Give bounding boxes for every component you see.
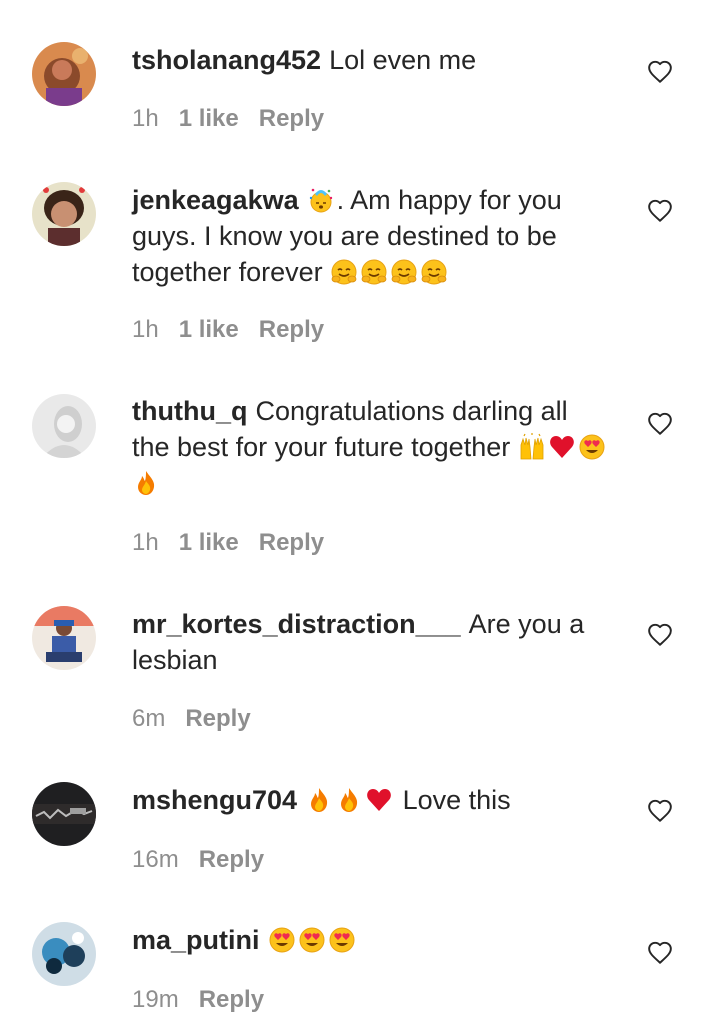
comment-body: tsholanang452 Lol even me [132, 42, 612, 78]
comment-timestamp: 1h [132, 105, 159, 132]
comment-timestamp: 6m [132, 705, 166, 732]
reply-button[interactable]: Reply [259, 105, 324, 133]
avatar[interactable] [32, 182, 96, 246]
comment-text: thuthu_q Congratulations darling all the … [132, 393, 612, 501]
comment-body: mshengu704 Love this [132, 782, 612, 818]
comment-username[interactable]: thuthu_q [132, 396, 247, 426]
like-count-button[interactable]: 1 like [179, 316, 239, 344]
comment-body: mr_kortes_distraction___ Are you a lesbia… [132, 606, 612, 678]
fire-emoji [132, 469, 160, 497]
raising-hands-emoji [518, 433, 546, 461]
like-count-button[interactable]: 1 like [179, 529, 239, 557]
comment-text: mr_kortes_distraction___ Are you a lesbia… [132, 606, 612, 678]
comment-username[interactable]: mr_kortes_distraction___ [132, 609, 461, 639]
avatar[interactable] [32, 922, 96, 986]
heart-outline-icon[interactable] [647, 798, 673, 824]
reply-button[interactable]: Reply [199, 986, 264, 1014]
comment-meta: 6m Reply [132, 705, 251, 733]
heart-outline-icon[interactable] [647, 198, 673, 224]
reply-button[interactable]: Reply [199, 846, 264, 874]
comment-text: jenkeagakwa. Am happy for you guys. I kn… [132, 182, 612, 290]
comment-text: ma_putini [132, 922, 612, 958]
comment-body: thuthu_q Congratulations darling all the … [132, 393, 612, 501]
comment-username[interactable]: jenkeagakwa [132, 185, 299, 215]
comment-text: tsholanang452 Lol even me [132, 42, 612, 78]
avatar[interactable] [32, 606, 96, 670]
comment-meta: 19m Reply [132, 986, 264, 1014]
comment-timestamp: 19m [132, 986, 179, 1013]
heart-outline-icon[interactable] [647, 622, 673, 648]
comment-meta: 1h 1 like Reply [132, 316, 324, 344]
avatar[interactable] [32, 394, 96, 458]
heart-outline-icon[interactable] [647, 411, 673, 437]
heart-eyes-emoji [298, 926, 326, 954]
like-count-button[interactable]: 1 like [179, 105, 239, 133]
reply-button[interactable]: Reply [259, 529, 324, 557]
heart-eyes-emoji [328, 926, 356, 954]
hugging-face-emoji [420, 258, 448, 286]
comment-body: jenkeagakwa. Am happy for you guys. I kn… [132, 182, 612, 290]
comment-message: Lol even me [329, 45, 477, 75]
hugging-face-emoji [390, 258, 418, 286]
reply-button[interactable]: Reply [259, 316, 324, 344]
comment-username[interactable]: tsholanang452 [132, 45, 321, 75]
fire-emoji [305, 786, 333, 814]
comment-meta: 1h 1 like Reply [132, 529, 324, 557]
comment-username[interactable]: ma_putini [132, 925, 260, 955]
comment-text: mshengu704 Love this [132, 782, 612, 818]
fire-emoji [335, 786, 363, 814]
red-heart-emoji [365, 786, 393, 814]
comment-meta: 1h 1 like Reply [132, 105, 324, 133]
heart-eyes-emoji [268, 926, 296, 954]
comment-message: Love this [395, 785, 511, 815]
party-popper-face-emoji [307, 186, 335, 214]
avatar[interactable] [32, 42, 96, 106]
avatar[interactable] [32, 782, 96, 846]
comment-username[interactable]: mshengu704 [132, 785, 297, 815]
heart-eyes-emoji [578, 433, 606, 461]
heart-outline-icon[interactable] [647, 59, 673, 85]
comment-timestamp: 1h [132, 316, 159, 343]
hugging-face-emoji [330, 258, 358, 286]
comment-meta: 16m Reply [132, 846, 264, 874]
hugging-face-emoji [360, 258, 388, 286]
red-heart-emoji [548, 433, 576, 461]
comment-body: ma_putini [132, 922, 612, 958]
reply-button[interactable]: Reply [185, 705, 250, 733]
comment-timestamp: 16m [132, 846, 179, 873]
comment-timestamp: 1h [132, 529, 159, 556]
heart-outline-icon[interactable] [647, 940, 673, 966]
